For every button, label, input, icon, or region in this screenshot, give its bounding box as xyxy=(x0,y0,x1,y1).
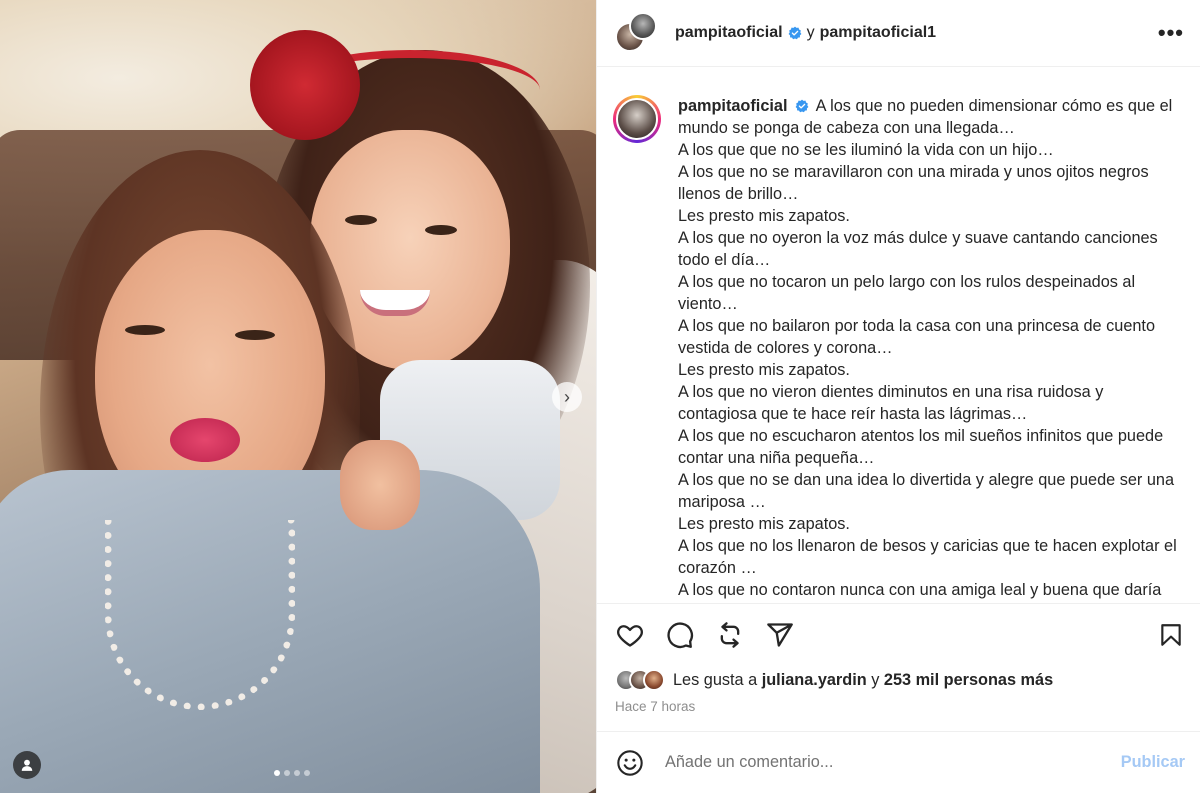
smiley-icon xyxy=(617,749,643,776)
caption-line: A los que no vieron dientes diminutos en… xyxy=(678,383,1104,423)
collab-avatars[interactable] xyxy=(615,12,657,54)
comment-icon xyxy=(667,621,694,648)
avatar xyxy=(616,98,658,140)
carousel-dot xyxy=(274,770,280,776)
caption-line: A los que que no se les iluminó la vida … xyxy=(678,141,1054,159)
caption-line: Les presto mis zapatos. xyxy=(678,361,850,379)
caption-text: pampitaoficial A los que no pueden dimen… xyxy=(678,95,1184,603)
repost-button[interactable] xyxy=(715,620,745,650)
caption-line: A los que no se dan una idea lo divertid… xyxy=(678,471,1175,511)
likes-summary: Les gusta a juliana.yardin y 253 mil per… xyxy=(597,665,1200,695)
caption-line: Les presto mis zapatos. xyxy=(678,515,850,533)
post-details-panel: pampitaoficial y pampitaoficial1 ••• pam… xyxy=(596,0,1200,793)
collaborator-username-link[interactable]: pampitaoficial1 xyxy=(820,24,936,42)
repost-icon xyxy=(720,621,740,648)
verified-badge-icon xyxy=(795,99,809,113)
caption-line: A los que no oyeron la voz más dulce y s… xyxy=(678,229,1158,269)
likes-connector: y xyxy=(871,670,880,689)
liker-username-link[interactable]: juliana.yardin xyxy=(762,671,867,690)
comment-composer: Publicar xyxy=(597,731,1200,793)
comment-button[interactable] xyxy=(665,620,695,650)
author-connector: y xyxy=(806,24,815,41)
publish-button[interactable]: Publicar xyxy=(1121,753,1185,772)
post-photo[interactable]: › xyxy=(0,0,596,793)
likes-count-link[interactable]: 253 mil personas más xyxy=(884,671,1053,690)
carousel-dot xyxy=(304,770,310,776)
photo-pearl-necklace xyxy=(105,520,295,710)
post-authors: pampitaoficial y pampitaoficial1 xyxy=(675,24,936,42)
carousel-dot xyxy=(284,770,290,776)
send-icon xyxy=(767,622,793,647)
user-icon xyxy=(21,759,33,771)
post-timestamp[interactable]: Hace 7 horas xyxy=(597,695,1200,728)
save-button[interactable] xyxy=(1156,620,1186,650)
carousel-next-button[interactable]: › xyxy=(552,382,582,412)
author-username-link[interactable]: pampitaoficial xyxy=(675,24,783,42)
more-options-icon[interactable]: ••• xyxy=(1158,22,1184,44)
verified-badge-icon xyxy=(788,26,801,40)
liker-avatars xyxy=(615,669,665,691)
carousel-dot xyxy=(294,770,300,776)
photo-woman-eye xyxy=(125,325,165,335)
carousel-indicator xyxy=(274,770,310,776)
like-button[interactable] xyxy=(615,620,645,650)
action-bar xyxy=(597,603,1200,665)
post-header: pampitaoficial y pampitaoficial1 ••• xyxy=(597,0,1200,67)
photo-hand xyxy=(340,440,420,530)
avatar[interactable] xyxy=(629,12,657,40)
photo-girl-eye xyxy=(345,215,377,225)
photo-woman-eye xyxy=(235,330,275,340)
caption-line: A los que no se maravillaron con una mir… xyxy=(678,163,1149,203)
bookmark-icon xyxy=(1161,624,1181,646)
photo-girl-eye xyxy=(425,225,457,235)
caption-line: A los que no los llenaron de besos y car… xyxy=(678,537,1177,577)
photo-red-bow xyxy=(250,30,360,140)
tagged-users-button[interactable] xyxy=(13,751,41,779)
heart-icon xyxy=(617,624,643,647)
emoji-picker-button[interactable] xyxy=(615,748,645,778)
photo-woman-lips xyxy=(170,418,240,462)
caption-avatar[interactable] xyxy=(613,95,661,143)
chevron-right-icon: › xyxy=(564,386,570,407)
caption-username-link[interactable]: pampitaoficial xyxy=(678,97,787,115)
caption-line: A los que no contaron nunca con una amig… xyxy=(678,581,1162,599)
comment-input[interactable] xyxy=(665,753,1121,772)
avatar xyxy=(643,669,665,691)
caption-line: A los que no bailaron por toda la casa c… xyxy=(678,317,1156,357)
caption-line: A los que no tocaron un pelo largo con l… xyxy=(678,273,1136,313)
caption-line: Les presto mis zapatos. xyxy=(678,207,850,225)
likes-prefix: Les gusta a xyxy=(673,670,758,689)
caption-area: pampitaoficial A los que no pueden dimen… xyxy=(597,67,1200,603)
caption-line: A los que no escucharon atentos los mil … xyxy=(678,427,1164,467)
share-button[interactable] xyxy=(765,620,795,650)
